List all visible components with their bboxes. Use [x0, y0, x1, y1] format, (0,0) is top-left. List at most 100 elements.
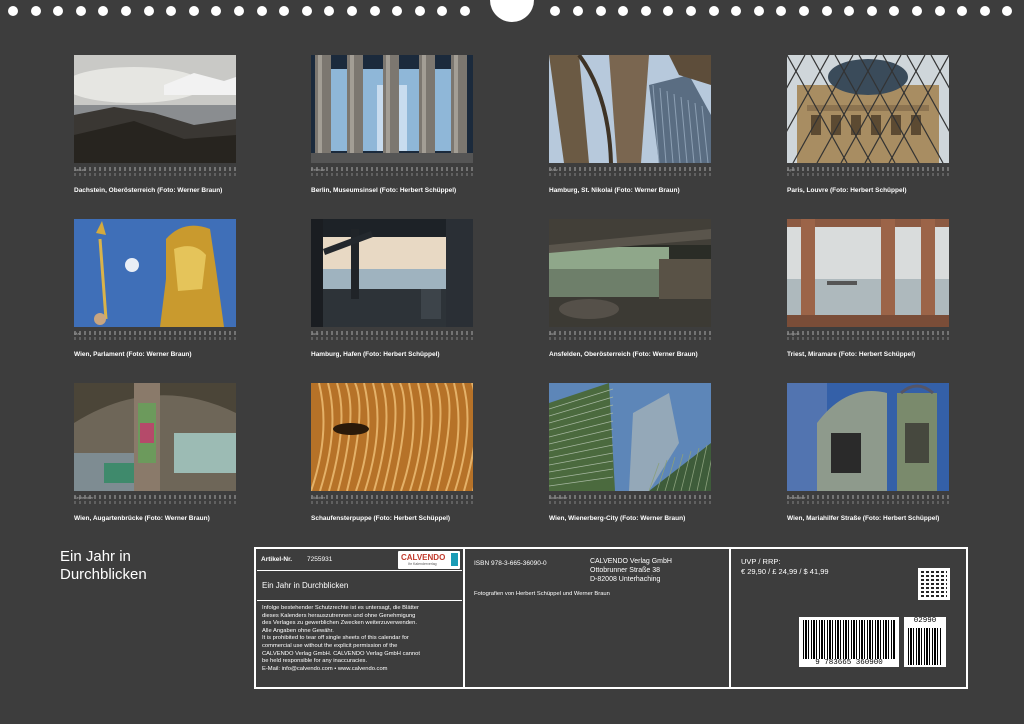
divider [463, 548, 465, 687]
ean-addon-barcode: 02990 [904, 617, 946, 667]
binding-hole [143, 6, 154, 16]
month-caption: Berlin, Museumsinsel (Foto: Herbert Schü… [311, 187, 457, 194]
day-strip [549, 167, 711, 171]
binding-hole [392, 6, 403, 16]
legal-line: des Verlages zu gewerblichen Zwecken wei… [262, 620, 417, 627]
day-strip [311, 167, 473, 171]
binding-hole [211, 6, 222, 16]
month-april: April Paris, Louvre (Foto: Herbert Schüp… [787, 55, 951, 194]
month-photo [549, 55, 711, 163]
binding-hole [866, 6, 877, 16]
price-label: UVP / RRP: [741, 557, 781, 566]
month-photo [549, 219, 711, 327]
barcode-bars [803, 620, 895, 659]
binding-hole [844, 6, 855, 16]
binding-hole [618, 6, 629, 16]
month-caption: Dachstein, Oberösterreich (Foto: Werner … [74, 187, 223, 194]
month-dezember: Dezember Wien, Mariahilfer Straße (Foto:… [787, 383, 951, 522]
publisher-street: Ottobrunner Straße 38 [590, 567, 661, 574]
month-caption: Wien, Wienerberg-City (Foto: Werner Brau… [549, 515, 686, 522]
binding-hole [731, 6, 742, 16]
day-strip [549, 331, 711, 335]
month-caption: Triest, Miramare (Foto: Herbert Schüppel… [787, 351, 916, 358]
day-strip [787, 337, 949, 340]
binding-hole [98, 6, 109, 16]
month-photo [311, 383, 473, 491]
binding-hole [121, 6, 131, 16]
legal-line: CALVENDO Verlag GmbH. CALVENDO Verlag Gm… [262, 650, 420, 657]
artikel-row: Artikel-Nr. 7255931 CALVENDO Ihr Kalende… [257, 550, 462, 571]
calvendo-logo: CALVENDO Ihr Kalenderverlag [398, 551, 460, 569]
day-strip [311, 495, 473, 499]
qr-code [918, 568, 950, 600]
calendar-title-line-2: Durchblicken [60, 566, 147, 583]
legal-line: Alle Angaben ohne Gewähr. [262, 627, 334, 634]
binding-hole [301, 6, 312, 16]
day-strip [549, 501, 711, 504]
binding-hole [663, 6, 674, 16]
divider [729, 548, 731, 687]
binding-hole [821, 6, 832, 16]
barcode-addon-number: 02990 [913, 617, 937, 625]
binding-hole [640, 6, 651, 16]
info-subtitle: Ein Jahr in Durchblicken [262, 581, 349, 590]
addon-bars [908, 628, 942, 665]
legal-line: be held responsible for any inaccuracies… [262, 658, 368, 665]
day-strip [311, 331, 473, 335]
binding-hole [550, 6, 561, 16]
publisher-name: CALVENDO Verlag GmbH [590, 558, 672, 565]
binding-hole [234, 6, 244, 16]
binding-hole [595, 6, 606, 16]
month-september: September Wien, Augartenbrücke (Foto: We… [74, 383, 238, 522]
binding-hole [347, 6, 357, 16]
month-februar: Februar Berlin, Museumsinsel (Foto: Herb… [311, 55, 475, 194]
photographers: Fotografien von Herbert Schüppel und Wer… [474, 591, 610, 597]
price-value: € 29,90 / £ 24,99 / $ 41,99 [741, 567, 829, 576]
binding-hole [1002, 6, 1013, 16]
binding-hole [979, 6, 990, 16]
month-mai: Mai Wien, Parlament (Foto: Werner Braun) [74, 219, 238, 358]
calendar-title-line-1: Ein Jahr in [60, 548, 131, 565]
ean-barcode: 9 783665 360900 [799, 617, 899, 667]
binding-hole [708, 6, 719, 16]
day-strip [74, 173, 236, 176]
price-block: UVP / RRP: € 29,90 / £ 24,99 / $ 41,99 [741, 557, 829, 577]
binding-hole [414, 6, 425, 16]
divider [257, 600, 462, 601]
legal-line: E-Mail: info@calvendo.com • www.calvendo… [262, 665, 388, 672]
month-caption: Wien, Parlament (Foto: Werner Braun) [74, 351, 192, 358]
month-august: August Triest, Miramare (Foto: Herbert S… [787, 219, 951, 358]
month-photo [787, 219, 949, 327]
day-strip [549, 337, 711, 340]
month-caption: Wien, Augartenbrücke (Foto: Werner Braun… [74, 515, 210, 522]
binding-hole [369, 6, 380, 16]
publisher-city: D-82008 Unterhaching [590, 576, 661, 583]
month-november: November Wien, Wienerberg-City (Foto: We… [549, 383, 713, 522]
binding-hole [460, 6, 470, 16]
month-märz: März Hamburg, St. Nikolai (Foto: Werner … [549, 55, 713, 194]
calvendo-logo-text: CALVENDO [401, 553, 446, 562]
day-strip [311, 337, 473, 340]
day-strip [74, 495, 236, 499]
month-caption: Ansfelden, Oberösterreich (Foto: Werner … [549, 351, 698, 358]
day-strip [787, 501, 949, 504]
binding-hole [934, 6, 945, 16]
month-juni: Juni Hamburg, Hafen (Foto: Herbert Schüp… [311, 219, 475, 358]
month-photo [787, 383, 949, 491]
month-photo [549, 383, 711, 491]
artikel-number: 7255931 [307, 556, 333, 563]
isbn: ISBN 978-3-665-36090-0 [474, 560, 547, 567]
month-caption: Paris, Louvre (Foto: Herbert Schüppel) [787, 187, 907, 194]
binding-hole [889, 6, 900, 16]
day-strip [787, 495, 949, 499]
binding-hole [53, 6, 64, 16]
day-strip [549, 173, 711, 176]
day-strip [311, 501, 473, 504]
day-strip [549, 495, 711, 499]
binding-hole [8, 6, 18, 16]
month-photo [74, 383, 236, 491]
binding-hole [279, 6, 290, 16]
day-strip [74, 167, 236, 171]
publisher-address: CALVENDO Verlag GmbH Ottobrunner Straße … [590, 557, 672, 584]
binding-hole [799, 6, 809, 16]
